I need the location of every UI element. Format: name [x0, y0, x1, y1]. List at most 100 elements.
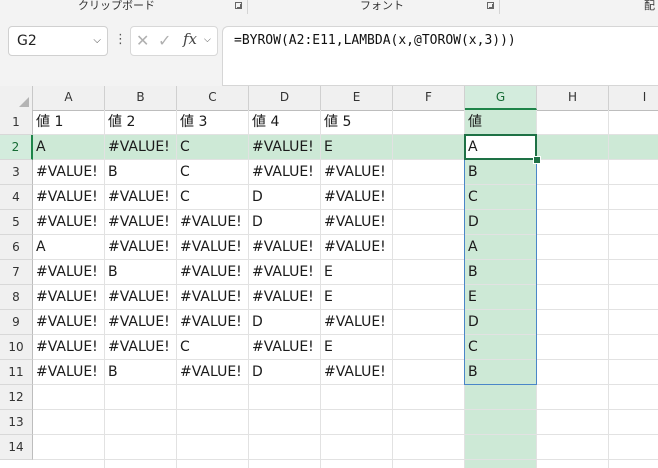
cell-d6[interactable]: #VALUE! [249, 235, 314, 260]
column-header-g[interactable]: G [465, 86, 537, 110]
row-header-7[interactable]: 7 [0, 260, 33, 285]
cell-d2[interactable]: #VALUE! [249, 135, 314, 160]
row-header-11[interactable]: 11 [0, 360, 33, 385]
cell-e9[interactable]: #VALUE! [321, 310, 386, 335]
cell-c1[interactable]: 値 3 [177, 110, 207, 135]
cell-b4[interactable]: #VALUE! [105, 185, 170, 210]
enter-icon[interactable]: ✓ [158, 31, 171, 50]
column-header-e[interactable]: E [321, 86, 393, 110]
name-box[interactable]: G2 ⌵ [8, 26, 108, 56]
row-header-8[interactable]: 8 [0, 285, 33, 310]
column-header-a[interactable]: A [33, 86, 105, 110]
insert-function-icon[interactable]: fx [183, 30, 197, 48]
column-header-b[interactable]: B [105, 86, 177, 110]
cell-d10[interactable]: #VALUE! [249, 335, 314, 360]
cell-c8[interactable]: #VALUE! [177, 285, 242, 310]
cell-d7[interactable]: #VALUE! [249, 260, 314, 285]
cell-a1[interactable]: 値 1 [33, 110, 63, 135]
cell-a6[interactable]: A [33, 235, 46, 260]
cell-b8[interactable]: #VALUE! [105, 285, 170, 310]
row-header-13[interactable]: 13 [0, 410, 33, 435]
row-header-9[interactable]: 9 [0, 310, 33, 335]
cell-a3[interactable]: #VALUE! [33, 160, 98, 185]
row-header-10[interactable]: 10 [0, 335, 33, 360]
formula-input[interactable]: =BYROW(A2:E11,LAMBDA(x,@TOROW(x,3))) [222, 26, 658, 86]
clipboard-dialog-launcher-icon[interactable] [235, 2, 242, 9]
cell-c2[interactable]: C [177, 135, 190, 160]
cell-e2[interactable]: E [321, 135, 333, 160]
cell-b7[interactable]: B [105, 260, 118, 285]
cell-g5[interactable]: D [465, 210, 479, 235]
cell-g7[interactable]: B [465, 260, 478, 285]
row-header-3[interactable]: 3 [0, 160, 33, 185]
cell-e7[interactable]: E [321, 260, 333, 285]
row-header-2[interactable]: 2 [0, 135, 33, 160]
cell-e10[interactable]: E [321, 335, 333, 360]
chevron-down-icon[interactable]: ⌵ [204, 35, 211, 45]
cell-d1[interactable]: 値 4 [249, 110, 279, 135]
cell-g11[interactable]: B [465, 360, 478, 385]
cell-g6[interactable]: A [465, 235, 478, 260]
cell-a10[interactable]: #VALUE! [33, 335, 98, 360]
cell-g4[interactable]: C [465, 185, 478, 210]
column-header-f[interactable]: F [393, 86, 465, 110]
row-header-12[interactable]: 12 [0, 385, 33, 410]
cell-b2[interactable]: #VALUE! [105, 135, 170, 160]
cell-g8[interactable]: E [465, 285, 477, 310]
cell-c4[interactable]: C [177, 185, 190, 210]
chevron-down-icon[interactable]: ⌵ [93, 27, 101, 55]
cell-a7[interactable]: #VALUE! [33, 260, 98, 285]
row-header-5[interactable]: 5 [0, 210, 33, 235]
cell-d9[interactable]: D [249, 310, 263, 335]
column-header-h[interactable]: H [537, 86, 609, 110]
row-header-1[interactable]: 1 [0, 110, 33, 135]
cell-a8[interactable]: #VALUE! [33, 285, 98, 310]
cell-g9[interactable]: D [465, 310, 479, 335]
cell-b10[interactable]: #VALUE! [105, 335, 170, 360]
fill-handle[interactable] [533, 156, 541, 164]
cell-d3[interactable]: #VALUE! [249, 160, 314, 185]
cell-b5[interactable]: #VALUE! [105, 210, 170, 235]
cancel-icon[interactable]: ✕ [136, 31, 149, 50]
cell-e5[interactable]: #VALUE! [321, 210, 386, 235]
cell-a9[interactable]: #VALUE! [33, 310, 98, 335]
cell-c10[interactable]: C [177, 335, 190, 360]
cell-e4[interactable]: #VALUE! [321, 185, 386, 210]
cell-d4[interactable]: D [249, 185, 263, 210]
cell-c7[interactable]: #VALUE! [177, 260, 242, 285]
cell-c9[interactable]: #VALUE! [177, 310, 242, 335]
cell-c11[interactable]: #VALUE! [177, 360, 242, 385]
cell-a4[interactable]: #VALUE! [33, 185, 98, 210]
cell-d11[interactable]: D [249, 360, 263, 385]
cell-area[interactable]: 値 1値 2値 3値 4値 5 値 A #VALUE! C #VALUE! E A #VALUE… [33, 110, 658, 468]
row-header-4[interactable]: 4 [0, 185, 33, 210]
column-header-i[interactable]: I [609, 86, 658, 110]
select-all-button[interactable] [0, 86, 33, 110]
cell-b11[interactable]: B [105, 360, 118, 385]
font-dialog-launcher-icon[interactable] [487, 2, 494, 9]
cell-e1[interactable]: 値 5 [321, 110, 351, 135]
cell-g3[interactable]: B [465, 160, 478, 185]
cell-b9[interactable]: #VALUE! [105, 310, 170, 335]
cell-e3[interactable]: #VALUE! [321, 160, 386, 185]
column-header-d[interactable]: D [249, 86, 321, 110]
cell-g10[interactable]: C [465, 335, 478, 360]
cell-b6[interactable]: #VALUE! [105, 235, 170, 260]
cell-a2[interactable]: A [33, 135, 46, 160]
cell-g2[interactable]: A [465, 135, 478, 160]
row-header-14[interactable]: 14 [0, 435, 33, 460]
cell-d8[interactable]: #VALUE! [249, 285, 314, 310]
cell-a11[interactable]: #VALUE! [33, 360, 98, 385]
cell-c6[interactable]: #VALUE! [177, 235, 242, 260]
cell-d5[interactable]: D [249, 210, 263, 235]
cell-a5[interactable]: #VALUE! [33, 210, 98, 235]
cell-g1[interactable]: 値 [465, 110, 482, 135]
cell-c3[interactable]: C [177, 160, 190, 185]
cell-e6[interactable]: #VALUE! [321, 235, 386, 260]
more-options-icon[interactable]: ⋮ [114, 32, 127, 48]
cell-e8[interactable]: E [321, 285, 333, 310]
cell-e11[interactable]: #VALUE! [321, 360, 386, 385]
cell-b3[interactable]: B [105, 160, 118, 185]
cell-c5[interactable]: #VALUE! [177, 210, 242, 235]
column-header-c[interactable]: C [177, 86, 249, 110]
